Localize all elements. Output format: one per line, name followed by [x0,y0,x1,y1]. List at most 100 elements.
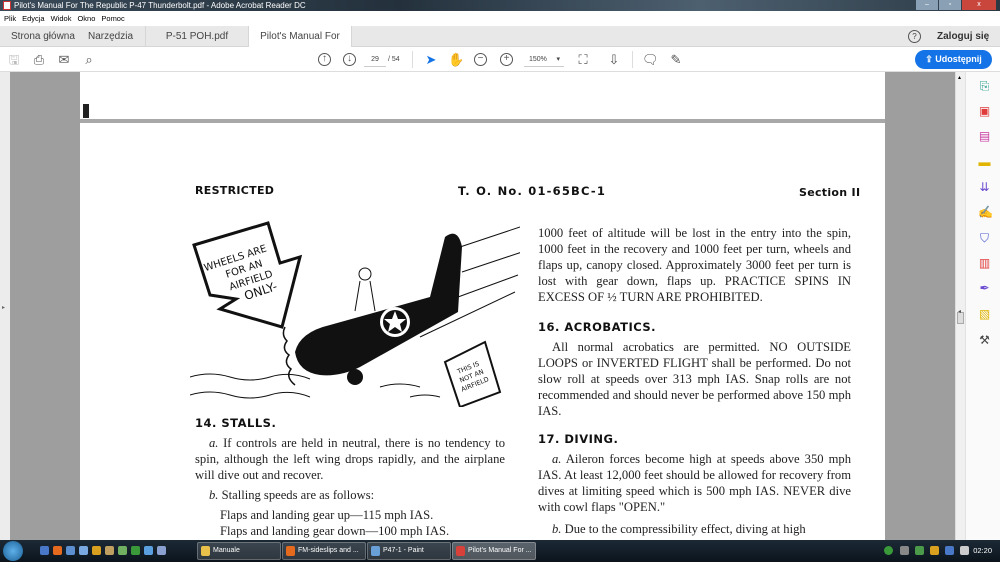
zoom-level-select[interactable]: 150% ▾ [524,53,564,67]
ground-sign: THIS IS NOT AN AIRFIELD [443,340,502,407]
email-icon[interactable]: ✉ [56,52,72,68]
compress-pdf-icon[interactable]: ▥ [978,257,991,270]
cartoon-illustration: WHEELS ARE FOR AN AIRFIELD ONLY- THIS IS… [190,221,520,407]
quicklaunch-icon[interactable] [131,546,140,555]
page-break [80,119,885,123]
firefox-icon[interactable] [53,546,62,555]
zoom-in-icon[interactable]: + [500,53,513,66]
clock[interactable]: 02:20 [973,540,992,562]
taskbar-item[interactable]: FM-sideslips and ... [282,542,366,560]
menu-view[interactable]: Widok [51,11,72,26]
network-icon[interactable] [945,546,954,555]
create-pdf-icon[interactable]: ▣ [978,105,991,118]
stalls-paragraph-a: a. If controls are held in neutral, ther… [195,435,505,483]
quicklaunch-icon[interactable] [144,546,153,555]
menu-help[interactable]: Pomoc [101,11,124,26]
expand-left-icon: ▸ [2,305,6,311]
diving-paragraph-b: b. Due to the compressibility effect, di… [538,521,851,537]
comment-tool-icon[interactable]: ▬ [978,156,991,169]
search-icon[interactable]: ⌕ [81,52,97,68]
header-to-number: T. O. No. 01-65BC-1 [458,184,607,198]
scroll-mode-icon[interactable]: ⇩ [606,52,622,68]
quicklaunch-icon[interactable] [66,546,75,555]
save-icon[interactable]: 🖫 [6,52,22,68]
taskbar: Manuale FM-sideslips and ... P47-1 - Pai… [0,540,1000,562]
tab-home[interactable]: Strona główna [11,26,75,47]
next-page-icon[interactable]: ↓ [343,53,356,66]
send-for-signature-icon[interactable]: ✒ [978,282,991,295]
right-column: 1000 feet of altitude will be lost in th… [538,225,851,537]
help-icon[interactable]: ? [908,30,921,43]
combine-files-icon[interactable]: ⇊ [978,181,991,194]
arrow-sign: WHEELS ARE FOR AN AIRFIELD ONLY- [192,221,303,329]
sign-pen-icon[interactable]: ✎ [668,52,684,68]
task-label: Pilot's Manual For ... [468,547,532,554]
header-restricted: RESTRICTED [195,184,275,197]
collapse-pane-icon[interactable]: ◂ [958,308,961,315]
taskbar-item[interactable]: P47-1 - Paint [367,542,451,560]
diving-paragraph-a: a. Aileron forces become high at speeds … [538,451,851,515]
export-pdf-icon[interactable]: ⎘ [978,80,991,93]
send-for-comments-icon[interactable]: ▧ [978,308,991,321]
para-text: Due to the compressibility effect, divin… [561,522,806,536]
tab-pilots-manual[interactable]: Pilot's Manual For T...× [248,26,352,63]
quicklaunch-icon[interactable] [40,546,49,555]
quicklaunch-icon[interactable] [92,546,101,555]
menu-edit[interactable]: Edycja [22,11,45,26]
para-text: If controls are held in neutral, there i… [195,436,505,482]
tray-icon[interactable] [884,546,893,555]
tray-icon[interactable] [900,546,909,555]
tab-p51-poh[interactable]: P-51 POH.pdf [145,26,248,47]
print-icon[interactable]: ⎙ [31,52,47,68]
acrobatics-paragraph: All normal acrobatics are permitted. NO … [538,340,851,418]
comment-icon[interactable]: 🗨 [642,52,659,68]
start-button[interactable] [3,541,23,561]
spin-paragraph: 1000 feet of altitude will be lost in th… [538,226,851,304]
pdf-page: RESTRICTED T. O. No. 01-65BC-1 Section I… [80,72,885,540]
zoom-out-icon[interactable]: − [474,53,487,66]
task-label: Manuale [213,547,240,554]
maximize-button[interactable]: ▫ [939,0,961,10]
zoom-value: 150% [529,56,547,63]
task-label: P47-1 - Paint [383,547,424,554]
chevron-down-icon: ▾ [556,56,560,63]
menu-bar: Plik Edycja Widok Okno Pomoc [0,11,1000,26]
minimize-button[interactable]: – [916,0,938,10]
tray-icon[interactable] [930,546,939,555]
more-tools-icon[interactable]: ⚒ [978,334,991,347]
scroll-up-icon[interactable]: ▴ [958,74,961,81]
heading-stalls: 14. STALLS. [195,416,277,430]
quicklaunch-icon[interactable] [105,546,114,555]
quicklaunch-icon[interactable] [118,546,127,555]
share-button[interactable]: ⇪ Udostępnij [915,50,992,69]
vertical-scrollbar[interactable]: ▴ [955,72,965,540]
left-panel-toggle[interactable]: ▸ [0,72,10,540]
title-bar: Pilot's Manual For The Republic P-47 Thu… [0,0,1000,11]
page-fit-icon[interactable]: ⛶ [575,52,591,68]
tab-tools[interactable]: Narzędzia [88,26,133,47]
previous-page-icon[interactable]: ↑ [318,53,331,66]
quicklaunch-icon[interactable] [79,546,88,555]
quicklaunch-icon[interactable] [157,546,166,555]
fill-sign-icon[interactable]: ✍ [978,206,993,219]
menu-file[interactable]: Plik [4,11,16,26]
volume-icon[interactable] [960,546,969,555]
stall-speed-up: Flaps and landing gear up—115 mph IAS. [220,508,434,522]
page-number-input[interactable]: 29 [364,53,386,67]
taskbar-item[interactable]: Manuale [197,542,281,560]
heading-diving: 17. DIVING. [538,432,619,446]
close-button[interactable]: x [962,0,996,10]
menu-window[interactable]: Okno [77,11,95,26]
tray-icon[interactable] [915,546,924,555]
organize-pages-icon[interactable]: ▤ [978,130,991,143]
taskbar-item-active[interactable]: Pilot's Manual For ... [452,542,536,560]
hand-tool-icon[interactable]: ✋ [448,52,464,68]
sign-in-link[interactable]: Zaloguj się [937,26,989,47]
protect-icon[interactable]: ⛉ [978,232,991,245]
share-label: Udostępnij [935,54,982,64]
heading-acrobatics: 16. ACROBATICS. [538,320,657,334]
select-tool-icon[interactable]: ➤ [423,52,439,68]
toolbar: 🖫 ⎙ ✉ ⌕ ↑ ↓ 29 / 54 ➤ ✋ − + 150% ▾ ⛶ ⇩ 🗨 … [0,47,1000,72]
header-section: Section II [799,186,861,199]
tab-bar: Strona główna Narzędzia P-51 POH.pdf Pil… [0,26,1000,63]
